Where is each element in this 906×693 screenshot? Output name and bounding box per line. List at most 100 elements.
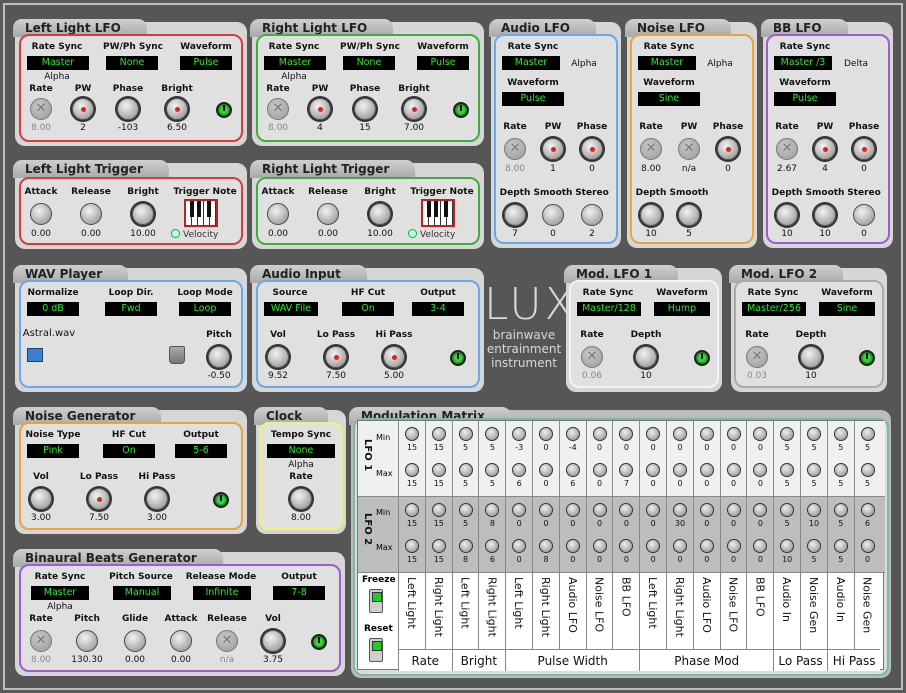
matrix-knob[interactable] <box>807 503 821 517</box>
smooth-knob[interactable] <box>678 204 700 226</box>
matrix-knob[interactable] <box>592 463 607 477</box>
attack-knob[interactable] <box>170 630 192 652</box>
matrix-knob[interactable] <box>780 503 795 517</box>
matrix-knob[interactable] <box>405 463 419 477</box>
rate-sync-display[interactable]: Master <box>502 56 560 70</box>
matrix-knob[interactable] <box>646 463 661 477</box>
pw-knob[interactable] <box>678 138 700 160</box>
matrix-knob[interactable] <box>860 463 875 477</box>
power-button[interactable] <box>694 350 710 366</box>
release-knob[interactable] <box>216 630 238 652</box>
rate-knob[interactable] <box>776 138 798 160</box>
velocity-toggle[interactable]: Velocity <box>171 229 218 240</box>
rate-sync-display[interactable]: Master /3 <box>774 56 832 70</box>
power-button[interactable] <box>450 350 466 366</box>
matrix-knob[interactable] <box>726 463 741 477</box>
matrix-knob[interactable] <box>699 503 714 517</box>
rate-knob[interactable] <box>746 346 768 368</box>
matrix-knob[interactable] <box>726 539 741 553</box>
vol-knob[interactable] <box>30 488 52 510</box>
matrix-knob[interactable] <box>485 427 500 441</box>
pw-knob[interactable] <box>72 98 94 120</box>
matrix-knob[interactable] <box>485 539 500 553</box>
pw-knob[interactable] <box>309 98 331 120</box>
bright-knob[interactable] <box>132 203 154 225</box>
rate-knob[interactable] <box>30 98 52 120</box>
matrix-knob[interactable] <box>592 503 607 517</box>
matrix-knob[interactable] <box>753 427 768 441</box>
lo-pass-knob[interactable] <box>88 488 110 510</box>
matrix-knob[interactable] <box>646 427 661 441</box>
matrix-knob[interactable] <box>699 427 714 441</box>
vol-knob[interactable] <box>267 346 289 368</box>
depth-knob[interactable] <box>776 204 798 226</box>
matrix-knob[interactable] <box>485 463 500 477</box>
depth-knob[interactable] <box>800 346 822 368</box>
hi-pass-knob[interactable] <box>383 346 405 368</box>
depth-knob[interactable] <box>504 204 526 226</box>
hf-cut-display[interactable]: On <box>342 302 394 316</box>
matrix-knob[interactable] <box>833 427 848 441</box>
matrix-knob[interactable] <box>512 463 527 477</box>
matrix-knob[interactable] <box>539 503 553 517</box>
bright-knob[interactable] <box>166 98 188 120</box>
pitch-knob[interactable] <box>76 630 98 652</box>
bright-knob[interactable] <box>403 98 425 120</box>
matrix-knob[interactable] <box>512 539 527 553</box>
pw-knob[interactable] <box>542 138 564 160</box>
matrix-knob[interactable] <box>726 503 741 517</box>
matrix-knob[interactable] <box>646 503 661 517</box>
matrix-knob[interactable] <box>619 427 634 441</box>
matrix-knob[interactable] <box>592 427 607 441</box>
pwph-sync-display[interactable]: None <box>343 56 395 70</box>
rate-knob[interactable] <box>30 630 52 652</box>
stereo-knob[interactable] <box>581 204 603 226</box>
matrix-knob[interactable] <box>539 539 553 553</box>
pwph-sync-display[interactable]: None <box>106 56 158 70</box>
output-display[interactable]: 5-6 <box>175 444 227 458</box>
phase-knob[interactable] <box>581 138 603 160</box>
matrix-knob[interactable] <box>726 427 741 441</box>
matrix-knob[interactable] <box>619 463 634 477</box>
power-button[interactable] <box>859 350 875 366</box>
matrix-knob[interactable] <box>780 463 795 477</box>
matrix-knob[interactable] <box>512 503 527 517</box>
rate-sync-display[interactable]: Master <box>638 56 696 70</box>
bright-knob[interactable] <box>369 203 391 225</box>
reset-switch[interactable] <box>369 638 383 662</box>
glide-knob[interactable] <box>124 630 146 652</box>
matrix-knob[interactable] <box>699 463 714 477</box>
matrix-knob[interactable] <box>431 427 446 441</box>
trigger-note-keyboard-icon[interactable] <box>421 199 455 227</box>
matrix-knob[interactable] <box>431 503 446 517</box>
matrix-knob[interactable] <box>753 463 768 477</box>
pitch-knob[interactable] <box>208 346 230 368</box>
velocity-toggle[interactable]: Velocity <box>408 229 455 240</box>
rate-knob[interactable] <box>640 138 662 160</box>
matrix-knob[interactable] <box>807 463 821 477</box>
vol-knob[interactable] <box>262 630 284 652</box>
rate-knob[interactable] <box>267 98 289 120</box>
matrix-knob[interactable] <box>458 539 473 553</box>
rate-sync-display[interactable]: Master/256 <box>742 302 806 316</box>
matrix-knob[interactable] <box>833 503 848 517</box>
smooth-knob[interactable] <box>814 204 836 226</box>
trigger-note-keyboard-icon[interactable] <box>184 199 218 227</box>
rate-sync-display[interactable]: Master <box>264 56 326 70</box>
matrix-knob[interactable] <box>565 503 580 517</box>
matrix-knob[interactable] <box>860 539 875 553</box>
matrix-knob[interactable] <box>512 427 527 441</box>
stereo-knob[interactable] <box>853 204 875 226</box>
matrix-knob[interactable] <box>539 427 553 441</box>
waveform-display[interactable]: Pulse <box>774 92 836 106</box>
matrix-knob[interactable] <box>431 539 446 553</box>
waveform-display[interactable]: Hump <box>654 302 710 316</box>
attack-knob[interactable] <box>30 203 52 225</box>
matrix-knob[interactable] <box>753 503 768 517</box>
hi-pass-knob[interactable] <box>146 488 168 510</box>
matrix-knob[interactable] <box>780 427 795 441</box>
waveform-display[interactable]: Sine <box>638 92 700 106</box>
matrix-knob[interactable] <box>673 427 687 441</box>
matrix-knob[interactable] <box>405 427 419 441</box>
matrix-knob[interactable] <box>807 539 821 553</box>
